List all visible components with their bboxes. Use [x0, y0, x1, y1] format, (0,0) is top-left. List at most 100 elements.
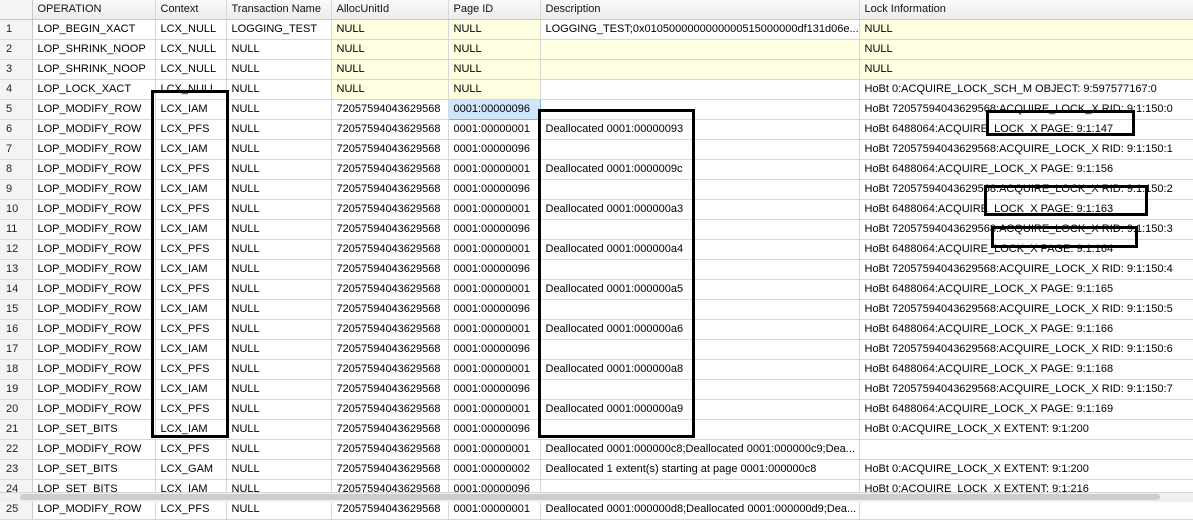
cell-page-id[interactable]: NULL	[448, 39, 541, 60]
cell-row-number[interactable]: 5	[0, 99, 33, 120]
cell-operation[interactable]: LOP_MODIFY_ROW	[32, 219, 156, 240]
cell-transaction-name[interactable]: NULL	[226, 499, 332, 520]
cell-operation[interactable]: LOP_MODIFY_ROW	[32, 439, 156, 460]
cell-transaction-name[interactable]: NULL	[226, 439, 332, 460]
cell-lock-information[interactable]: HoBt 72057594043629568:ACQUIRE_LOCK_X RI…	[859, 179, 1193, 200]
column-header-alloc-unit-id[interactable]: AllocUnitId	[331, 0, 449, 20]
cell-description[interactable]: Deallocated 0001:0000009c	[540, 159, 860, 180]
cell-operation[interactable]: LOP_MODIFY_ROW	[32, 259, 156, 280]
cell-operation[interactable]: LOP_MODIFY_ROW	[32, 139, 156, 160]
cell-operation[interactable]: LOP_SET_BITS	[32, 419, 156, 440]
cell-lock-information[interactable]: HoBt 72057594043629568:ACQUIRE_LOCK_X RI…	[859, 99, 1193, 120]
cell-page-id[interactable]: 0001:00000096	[448, 419, 541, 440]
cell-alloc-unit-id[interactable]: 72057594043629568	[331, 239, 449, 260]
cell-page-id[interactable]: 0001:00000096	[448, 339, 541, 360]
cell-lock-information[interactable]: HoBt 6488064:ACQUIRE_LOCK_X PAGE: 9:1:15…	[859, 159, 1193, 180]
column-header-lock-information[interactable]: Lock Information	[859, 0, 1193, 20]
cell-transaction-name[interactable]: NULL	[226, 99, 332, 120]
cell-page-id[interactable]: 0001:00000096	[447, 99, 541, 120]
cell-alloc-unit-id[interactable]: 72057594043629568	[331, 379, 449, 400]
cell-alloc-unit-id[interactable]: 72057594043629568	[331, 499, 449, 520]
table-row[interactable]: 20 LOP_MODIFY_ROW LCX_PFS NULL 7205759404362…	[0, 399, 1193, 420]
cell-transaction-name[interactable]: NULL	[226, 139, 332, 160]
cell-context[interactable]: LCX_IAM	[155, 419, 227, 440]
cell-lock-information[interactable]: HoBt 72057594043629568:ACQUIRE_LOCK_X RI…	[859, 139, 1193, 160]
cell-context[interactable]: LCX_NULL	[155, 79, 227, 100]
cell-description[interactable]: Deallocated 0001:000000c8;Deallocated 00…	[540, 439, 860, 460]
results-grid[interactable]: OPERATION Context Transaction Name AllocUni…	[0, 0, 1193, 520]
cell-lock-information[interactable]: HoBt 72057594043629568:ACQUIRE_LOCK_X RI…	[859, 259, 1193, 280]
cell-lock-information[interactable]: HoBt 6488064:ACQUIRE_LOCK_X PAGE: 9:1:16…	[859, 199, 1193, 220]
cell-context[interactable]: LCX_IAM	[155, 219, 227, 240]
column-header-description[interactable]: Description	[540, 0, 860, 20]
cell-lock-information[interactable]: HoBt 72057594043629568:ACQUIRE_LOCK_X RI…	[859, 299, 1193, 320]
cell-row-number[interactable]: 4	[0, 79, 33, 100]
cell-lock-information[interactable]	[859, 439, 1193, 460]
cell-description[interactable]: Deallocated 0001:00000093	[540, 119, 860, 140]
cell-operation[interactable]: LOP_MODIFY_ROW	[32, 499, 156, 520]
cell-context[interactable]: LCX_IAM	[155, 179, 227, 200]
cell-transaction-name[interactable]: NULL	[226, 319, 332, 340]
table-row[interactable]: 4 LOP_LOCK_XACT LCX_NULL NULL NULL NULL HoBt 0…	[0, 79, 1193, 100]
cell-row-number[interactable]: 12	[0, 239, 33, 260]
cell-page-id[interactable]: 0001:00000001	[448, 319, 541, 340]
cell-operation[interactable]: LOP_MODIFY_ROW	[32, 359, 156, 380]
cell-transaction-name[interactable]: NULL	[226, 299, 332, 320]
column-header-page-id[interactable]: Page ID	[448, 0, 541, 20]
cell-context[interactable]: LCX_PFS	[155, 279, 227, 300]
cell-page-id[interactable]: 0001:00000096	[448, 179, 541, 200]
cell-row-number[interactable]: 13	[0, 259, 33, 280]
table-row[interactable]: 18 LOP_MODIFY_ROW LCX_PFS NULL 7205759404362…	[0, 359, 1193, 380]
cell-page-id[interactable]: 0001:00000001	[448, 239, 541, 260]
table-row[interactable]: 15 LOP_MODIFY_ROW LCX_IAM NULL 7205759404362…	[0, 299, 1193, 320]
cell-description[interactable]	[540, 299, 860, 320]
cell-page-id[interactable]: NULL	[448, 19, 541, 40]
cell-context[interactable]: LCX_IAM	[155, 99, 227, 120]
cell-operation[interactable]: LOP_SHRINK_NOOP	[32, 59, 156, 80]
cell-page-id[interactable]: 0001:00000096	[448, 219, 541, 240]
cell-page-id[interactable]: 0001:00000002	[448, 459, 541, 480]
cell-row-number[interactable]: 15	[0, 299, 33, 320]
cell-description[interactable]	[540, 39, 860, 60]
cell-row-number[interactable]: 11	[0, 219, 33, 240]
cell-page-id[interactable]: 0001:00000001	[448, 279, 541, 300]
cell-lock-information[interactable]: HoBt 6488064:ACQUIRE_LOCK_X PAGE: 9:1:16…	[859, 239, 1193, 260]
table-row[interactable]: 21 LOP_SET_BITS LCX_IAM NULL 720575940436295…	[0, 419, 1193, 440]
cell-row-number[interactable]: 16	[0, 319, 33, 340]
cell-context[interactable]: LCX_IAM	[155, 379, 227, 400]
cell-lock-information[interactable]: HoBt 6488064:ACQUIRE_LOCK_X PAGE: 9:1:16…	[859, 319, 1193, 340]
cell-row-number[interactable]: 23	[0, 459, 33, 480]
cell-row-number[interactable]: 10	[0, 199, 33, 220]
cell-page-id[interactable]: 0001:00000001	[448, 399, 541, 420]
cell-page-id[interactable]: 0001:00000096	[448, 259, 541, 280]
cell-description[interactable]	[540, 99, 860, 120]
cell-description[interactable]	[540, 419, 860, 440]
cell-row-number[interactable]: 8	[0, 159, 33, 180]
cell-transaction-name[interactable]: NULL	[226, 419, 332, 440]
cell-operation[interactable]: LOP_MODIFY_ROW	[32, 199, 156, 220]
cell-transaction-name[interactable]: NULL	[226, 59, 332, 80]
cell-lock-information[interactable]	[859, 499, 1193, 520]
cell-page-id[interactable]: 0001:00000001	[448, 119, 541, 140]
cell-context[interactable]: LCX_PFS	[155, 119, 227, 140]
cell-transaction-name[interactable]: NULL	[226, 339, 332, 360]
cell-description[interactable]: Deallocated 0001:000000a4	[540, 239, 860, 260]
cell-lock-information[interactable]: HoBt 72057594043629568:ACQUIRE_LOCK_X RI…	[859, 339, 1193, 360]
cell-lock-information[interactable]: HoBt 6488064:ACQUIRE_LOCK_X PAGE: 9:1:16…	[859, 279, 1193, 300]
cell-operation[interactable]: LOP_MODIFY_ROW	[32, 339, 156, 360]
cell-operation[interactable]: LOP_MODIFY_ROW	[32, 279, 156, 300]
cell-description[interactable]	[540, 79, 860, 100]
table-row[interactable]: 14 LOP_MODIFY_ROW LCX_PFS NULL 7205759404362…	[0, 279, 1193, 300]
cell-row-number[interactable]: 3	[0, 59, 33, 80]
table-row[interactable]: 7 LOP_MODIFY_ROW LCX_IAM NULL 72057594043629…	[0, 139, 1193, 160]
cell-operation[interactable]: LOP_MODIFY_ROW	[32, 299, 156, 320]
cell-context[interactable]: LCX_PFS	[155, 159, 227, 180]
cell-context[interactable]: LCX_PFS	[155, 439, 227, 460]
cell-row-number[interactable]: 17	[0, 339, 33, 360]
cell-context[interactable]: LCX_IAM	[155, 259, 227, 280]
cell-operation[interactable]: LOP_MODIFY_ROW	[32, 179, 156, 200]
cell-row-number[interactable]: 20	[0, 399, 33, 420]
cell-alloc-unit-id[interactable]: 72057594043629568	[331, 219, 449, 240]
cell-transaction-name[interactable]: NULL	[226, 79, 332, 100]
table-row[interactable]: 9 LOP_MODIFY_ROW LCX_IAM NULL 72057594043629…	[0, 179, 1193, 200]
